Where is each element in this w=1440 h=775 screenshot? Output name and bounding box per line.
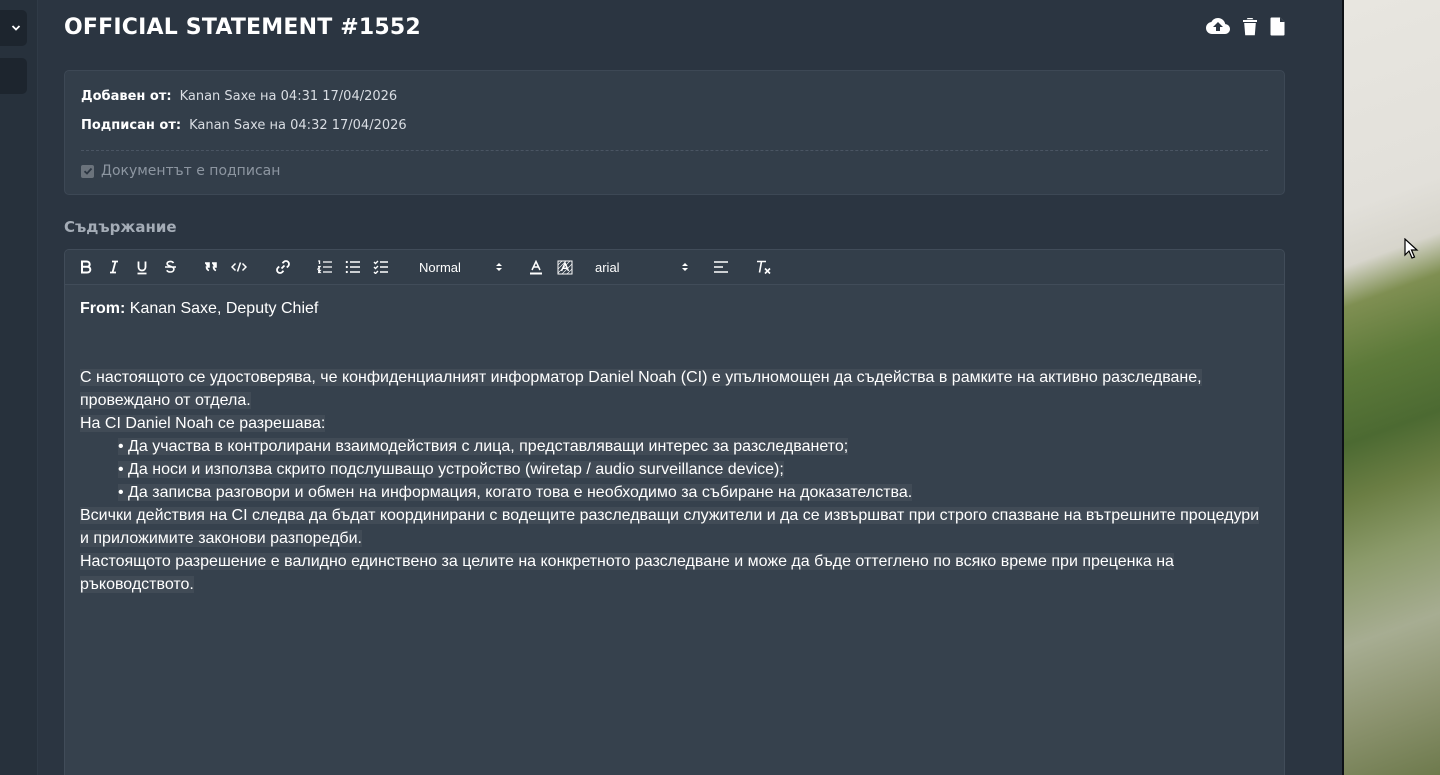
font-select-value: arial [595, 259, 620, 275]
chevron-down-icon [11, 25, 21, 31]
page-title: OFFICIAL STATEMENT #1552 [64, 15, 421, 40]
para3-line1: Всички действия на CI следва да бъдат ко… [80, 507, 1260, 524]
signed-by-label: Подписан от: [81, 118, 182, 133]
code-icon[interactable] [231, 257, 247, 277]
editor-content[interactable]: From: Kanan Saxe, Deputy Chief С настоящ… [65, 285, 1284, 608]
updown-icon [496, 263, 502, 271]
signed-by-row: Подписан от: Kanan Saxe на 04:32 17/04/20… [81, 118, 407, 133]
added-by-value: Kanan Saxe на 04:31 17/04/2026 [179, 89, 398, 104]
background-scene [1342, 0, 1440, 775]
paragraph-line: С настоящото се удостоверява, че конфиде… [80, 366, 1269, 389]
bullet-item: • Да записва разговори и обмен на информ… [80, 481, 1269, 504]
background-color-icon[interactable] [557, 257, 573, 277]
file-icon[interactable] [1270, 17, 1286, 36]
document-info-card: Добавен от: Kanan Saxe на 04:31 17/04/202… [64, 70, 1285, 195]
italic-icon[interactable] [107, 257, 121, 277]
added-by-label: Добавен от: [81, 89, 172, 104]
bold-icon[interactable] [79, 257, 93, 277]
link-icon[interactable] [275, 257, 291, 277]
paragraph-line: Настоящото разрешение е валидно единстве… [80, 550, 1269, 573]
para3-line2: и приложимите законови разпоредби. [80, 530, 362, 547]
bullet2: • Да носи и използва скрито подслушващо … [118, 461, 784, 478]
cloud-upload-icon[interactable] [1206, 16, 1230, 36]
text-color-icon[interactable] [529, 257, 543, 277]
ordered-list-icon[interactable] [317, 257, 333, 277]
bullet3: • Да записва разговори и обмен на информ… [118, 484, 913, 501]
paragraph-line: ръководството. [80, 573, 1269, 596]
mouse-cursor-icon [1404, 238, 1419, 259]
from-value: Kanan Saxe, Deputy Chief [125, 300, 319, 317]
bullet1: • Да участва в контролирани взаимодейств… [118, 438, 849, 455]
clear-format-icon[interactable] [755, 257, 771, 277]
paragraph-line: Всички действия на CI следва да бъдат ко… [80, 504, 1269, 527]
para4-line1: Настоящото разрешение е валидно единстве… [80, 553, 1174, 570]
signed-checkbox[interactable] [81, 164, 94, 178]
rich-text-editor: Normal arial From: Kanan Saxe, Deputy Ch… [64, 249, 1285, 775]
para2: На CI Daniel Noah се разрешава: [80, 415, 326, 432]
content-heading: Съдържание [64, 218, 177, 236]
para1-line2: провеждано от отдела. [80, 392, 251, 409]
bullet-item: • Да участва в контролирани взаимодейств… [80, 435, 1269, 458]
underline-icon[interactable] [135, 257, 149, 277]
added-by-row: Добавен от: Kanan Saxe на 04:31 17/04/202… [81, 89, 397, 104]
signed-checkbox-label: Документът е подписан [101, 163, 281, 179]
bullet-item: • Да носи и използва скрито подслушващо … [80, 458, 1269, 481]
sidebar-field[interactable] [0, 58, 27, 94]
font-select[interactable]: arial [595, 260, 689, 275]
header-select[interactable]: Normal [419, 260, 503, 275]
document-panel: OFFICIAL STATEMENT #1552 Добавен от: Kana… [38, 0, 1342, 775]
paragraph-line: На CI Daniel Noah се разрешава: [80, 412, 1269, 435]
para1-line1: С настоящото се удостоверява, че конфиде… [80, 369, 1202, 386]
blockquote-icon[interactable] [203, 257, 219, 277]
sidebar-dropdown[interactable] [0, 10, 27, 46]
para4-line2: ръководството. [80, 576, 194, 593]
check-list-icon[interactable] [373, 257, 389, 277]
header-select-value: Normal [419, 259, 461, 275]
strike-icon[interactable] [163, 257, 177, 277]
align-icon[interactable] [713, 257, 729, 277]
trash-icon[interactable] [1242, 17, 1258, 36]
signed-checkbox-row: Документът е подписан [81, 163, 280, 179]
divider [81, 150, 1268, 151]
document-actions [1206, 16, 1286, 36]
paragraph-line: и приложимите законови разпоредби. [80, 527, 1269, 550]
updown-icon [682, 263, 688, 271]
from-line: From: Kanan Saxe, Deputy Chief [80, 297, 1269, 320]
editor-toolbar: Normal arial [65, 250, 1284, 285]
bullet-list-icon[interactable] [345, 257, 361, 277]
from-label: From: [80, 300, 126, 317]
signed-by-value: Kanan Saxe на 04:32 17/04/2026 [189, 118, 407, 133]
check-icon [83, 167, 92, 175]
paragraph-line: провеждано от отдела. [80, 389, 1269, 412]
sidebar-strip [0, 0, 38, 775]
